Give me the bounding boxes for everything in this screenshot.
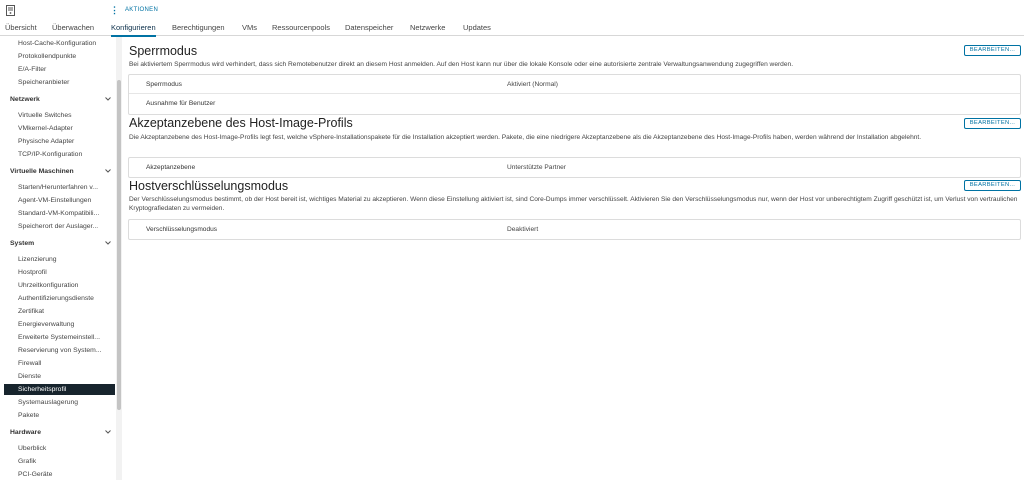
section-title-akzeptanzebene: Akzeptanzebene des Host-Image-Profils bbox=[129, 116, 353, 130]
sidebar-item-vmkernel-adapter[interactable]: VMkernel-Adapter bbox=[18, 125, 111, 132]
row-key: Akzeptanzebene bbox=[146, 164, 196, 171]
row-value: Unterstützte Partner bbox=[507, 164, 567, 171]
sidebar-item-standard-vm-kompatibilitaet[interactable]: Standard-VM-Kompatibili... bbox=[18, 210, 111, 217]
sidebar-item-pci-geraete[interactable]: PCI-Geräte bbox=[18, 471, 111, 478]
table-row: Verschlüsselungsmodus Deaktiviert bbox=[129, 220, 1020, 239]
sidebar-item-zertifikat[interactable]: Zertifikat bbox=[18, 308, 111, 315]
chevron-down-icon bbox=[105, 97, 111, 101]
sidebar-item-virtuelle-switches[interactable]: Virtuelle Switches bbox=[18, 112, 111, 119]
sidebar-item-pakete[interactable]: Pakete bbox=[18, 412, 111, 419]
row-key: Verschlüsselungsmodus bbox=[146, 226, 218, 233]
tab-netzwerke[interactable]: Netzwerke bbox=[410, 20, 445, 36]
sidebar-item-grafik[interactable]: Grafik bbox=[18, 458, 111, 465]
section-title-hostverschluesselungsmodus: Hostverschlüsselungsmodus bbox=[129, 179, 289, 193]
row-key: Ausnahme für Benutzer bbox=[146, 100, 216, 107]
sidebar-item-hostprofil[interactable]: Hostprofil bbox=[18, 269, 111, 276]
sidebar-item-physische-adapter[interactable]: Physische Adapter bbox=[18, 138, 111, 145]
section-title-sperrmodus: Sperrmodus bbox=[129, 44, 198, 58]
sidebar-scrollbar-thumb[interactable] bbox=[117, 80, 121, 410]
sidebar-group-virtuelle-maschinen[interactable]: Virtuelle Maschinen bbox=[10, 168, 112, 175]
sidebar-group-system[interactable]: System bbox=[10, 240, 112, 247]
section-description-hostverschluesselungsmodus: Der Verschlüsselungsmodus bestimmt, ob d… bbox=[129, 196, 1018, 212]
chevron-down-icon bbox=[105, 241, 111, 245]
row-value: Aktiviert (Normal) bbox=[507, 81, 558, 88]
acceptance-table: Akzeptanzebene Unterstützte Partner bbox=[128, 157, 1021, 178]
sidebar-item-lizenzierung[interactable]: Lizenzierung bbox=[18, 256, 111, 263]
sidebar-group-label: Virtuelle Maschinen bbox=[10, 168, 74, 175]
encryption-table: Verschlüsselungsmodus Deaktiviert bbox=[128, 219, 1021, 240]
tab-ressourcenpools[interactable]: Ressourcenpools bbox=[272, 20, 330, 36]
section-description-akzeptanzebene: Die Akzeptanzebene des Host-Image-Profil… bbox=[129, 134, 922, 141]
sidebar-item-energieverwaltung[interactable]: Energieverwaltung bbox=[18, 321, 111, 328]
sidebar-group-hardware[interactable]: Hardware bbox=[10, 429, 112, 436]
tab-konfigurieren[interactable]: Konfigurieren bbox=[111, 20, 156, 37]
tab-datenspeicher[interactable]: Datenspeicher bbox=[345, 20, 393, 36]
row-value: Deaktiviert bbox=[507, 226, 539, 233]
sidebar-group-label: System bbox=[10, 240, 35, 247]
tab-vms[interactable]: VMs bbox=[242, 20, 257, 36]
tab-updates[interactable]: Updates bbox=[463, 20, 491, 36]
edit-encryption-button[interactable]: BEARBEITEN... bbox=[964, 180, 1021, 191]
sidebar-item-erweiterte-systemeinstellungen[interactable]: Erweiterte Systemeinstell... bbox=[18, 334, 111, 341]
security-profile-content: Sperrmodus BEARBEITEN... Bei aktiviertem… bbox=[124, 37, 1024, 483]
sidebar-item-agent-vm-einstellungen[interactable]: Agent-VM-Einstellungen bbox=[18, 197, 111, 204]
sidebar-item-ea-filter[interactable]: E/A-Filter bbox=[18, 66, 111, 73]
sidebar-item-systemauslagerung[interactable]: Systemauslagerung bbox=[18, 399, 111, 406]
actions-label: AKTIONEN bbox=[125, 7, 159, 13]
sidebar-item-uhrzeitkonfiguration[interactable]: Uhrzeitkonfiguration bbox=[18, 282, 111, 289]
sidebar-item-sicherheitsprofil[interactable]: Sicherheitsprofil bbox=[4, 384, 115, 395]
lockdown-table: Sperrmodus Aktiviert (Normal) Ausnahme f… bbox=[128, 74, 1021, 115]
table-row: Ausnahme für Benutzer bbox=[129, 94, 1020, 113]
settings-sidebar: Host-Cache-Konfiguration Protokollendpun… bbox=[0, 37, 118, 483]
sidebar-item-dienste[interactable]: Dienste bbox=[18, 373, 111, 380]
sidebar-item-reservierung-systemressourcen[interactable]: Reservierung von System... bbox=[18, 347, 111, 354]
sidebar-group-label: Netzwerk bbox=[10, 96, 40, 103]
edit-acceptance-button[interactable]: BEARBEITEN... bbox=[964, 118, 1021, 129]
chevron-down-icon bbox=[105, 430, 111, 434]
sidebar-group-netzwerk[interactable]: Netzwerk bbox=[10, 96, 112, 103]
sidebar-item-ueberblick[interactable]: Überblick bbox=[18, 445, 111, 452]
tab-bar: Übersicht Überwachen Konfigurieren Berec… bbox=[0, 20, 1024, 37]
chevron-down-icon bbox=[105, 169, 111, 173]
sidebar-item-host-cache[interactable]: Host-Cache-Konfiguration bbox=[18, 40, 111, 47]
edit-lockdown-button[interactable]: BEARBEITEN... bbox=[964, 45, 1021, 56]
sidebar-item-speicherort-auslagerung[interactable]: Speicherort der Auslager... bbox=[18, 223, 111, 230]
sidebar-item-speicheranbieter[interactable]: Speicheranbieter bbox=[18, 79, 111, 86]
actions-menu-button[interactable]: ⋮ AKTIONEN bbox=[110, 5, 158, 15]
sidebar-item-starten-herunterfahren[interactable]: Starten/Herunterfahren v... bbox=[18, 184, 111, 191]
table-row: Sperrmodus Aktiviert (Normal) bbox=[129, 75, 1020, 94]
tab-berechtigungen[interactable]: Berechtigungen bbox=[172, 20, 225, 36]
sidebar-item-tcpip-konfiguration[interactable]: TCP/IP-Konfiguration bbox=[18, 151, 111, 158]
sidebar-item-firewall[interactable]: Firewall bbox=[18, 360, 111, 367]
sidebar-item-protokollendpunkte[interactable]: Protokollendpunkte bbox=[18, 53, 111, 60]
top-bar: ⋮ AKTIONEN bbox=[0, 0, 1024, 20]
sidebar-item-authentifizierungsdienste[interactable]: Authentifizierungsdienste bbox=[18, 295, 111, 302]
sidebar-group-label: Hardware bbox=[10, 429, 41, 436]
row-key: Sperrmodus bbox=[146, 81, 182, 88]
section-description-sperrmodus: Bei aktiviertem Sperrmodus wird verhinde… bbox=[129, 61, 794, 68]
tab-uebersicht[interactable]: Übersicht bbox=[5, 20, 37, 36]
tab-ueberwachen[interactable]: Überwachen bbox=[52, 20, 94, 36]
host-server-icon bbox=[6, 5, 15, 16]
vertical-dots-icon: ⋮ bbox=[110, 5, 119, 15]
table-row: Akzeptanzebene Unterstützte Partner bbox=[129, 158, 1020, 177]
